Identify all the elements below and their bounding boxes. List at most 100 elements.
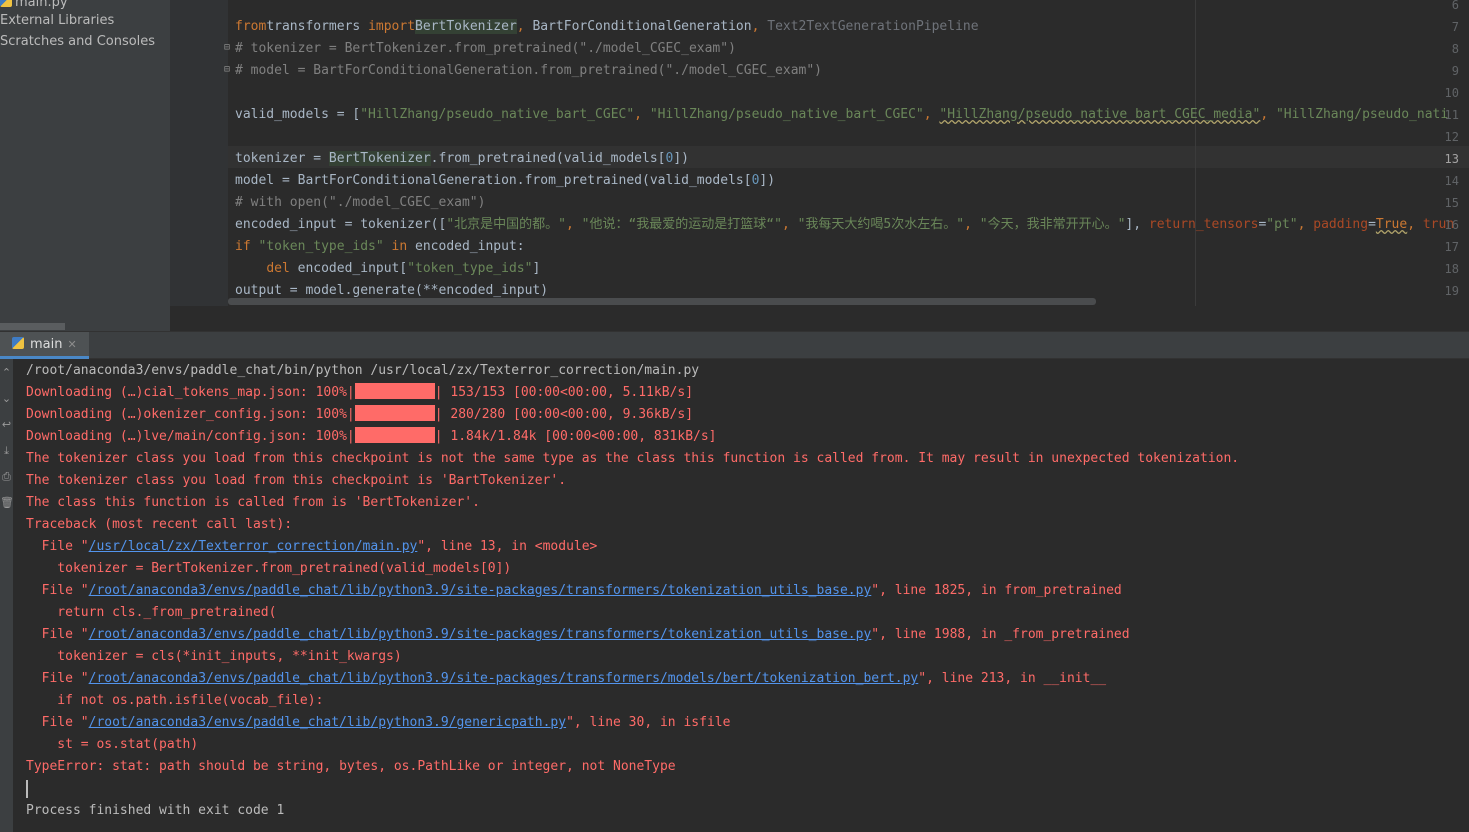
print-icon[interactable]: ⎙ xyxy=(0,467,13,487)
scroll-up-icon[interactable]: ⌃ xyxy=(0,363,13,383)
code-token: in xyxy=(383,239,416,254)
fold-icon[interactable]: ⊟ xyxy=(224,64,234,76)
run-console-output[interactable]: /root/anaconda3/envs/paddle_chat/bin/pyt… xyxy=(13,359,1469,832)
code-line[interactable]: if "token_type_ids" in encoded_input: xyxy=(235,236,525,258)
console-text: tokenizer = BertTokenizer.from_pretraine… xyxy=(26,561,512,576)
console-text: ", line 213, in __init__ xyxy=(918,671,1107,686)
code-token: encoded_input = tokenizer([ xyxy=(235,217,447,232)
console-text: Process finished with exit code 1 xyxy=(26,803,285,818)
tree-item-scratches[interactable]: Scratches and Consoles xyxy=(0,32,155,52)
code-token: "pt" xyxy=(1266,217,1298,232)
console-text: st = os.stat(path) xyxy=(26,737,199,752)
code-line[interactable]: # with open("./model_CGEC_exam") xyxy=(235,192,485,214)
console-text: | 153/153 [00:00<00:00, 5.11kB/s] xyxy=(434,385,694,400)
line-number: 12 xyxy=(1444,130,1459,144)
file-link[interactable]: /root/anaconda3/envs/paddle_chat/lib/pyt… xyxy=(89,627,872,642)
code-token: , xyxy=(964,217,980,232)
file-link[interactable]: /root/anaconda3/envs/paddle_chat/lib/pyt… xyxy=(89,583,872,598)
console-text: The tokenizer class you load from this c… xyxy=(26,451,1240,466)
sidebar-horizontal-scrollbar[interactable] xyxy=(0,322,170,331)
trash-icon[interactable]: 🗑 xyxy=(0,493,14,513)
code-token: transformers xyxy=(266,19,369,34)
code-editor[interactable]: fromtransformers importBertTokenizer, Ba… xyxy=(170,0,1469,331)
code-line[interactable]: valid_models = ["HillZhang/pseudo_native… xyxy=(235,104,1448,126)
code-line[interactable]: tokenizer = BertTokenizer.from_pretraine… xyxy=(235,148,689,170)
code-token: output = model.generate(**encoded_input) xyxy=(235,283,549,298)
console-text: File " xyxy=(26,539,89,554)
project-tree-panel: main.py External Libraries Scratches and… xyxy=(0,0,170,322)
code-token: , xyxy=(634,107,650,122)
console-line: Traceback (most recent call last): xyxy=(26,514,292,536)
console-text: File " xyxy=(26,583,89,598)
fold-icon[interactable]: ⊟ xyxy=(224,42,234,54)
code-token: return_tensors xyxy=(1148,217,1259,232)
scroll-to-end-icon[interactable]: ⤓ xyxy=(0,441,13,461)
file-link[interactable]: /root/anaconda3/envs/paddle_chat/lib/pyt… xyxy=(89,715,566,730)
code-token: ]) xyxy=(673,151,689,166)
console-line: File "/usr/local/zx/Texterror_correction… xyxy=(26,536,598,558)
file-link[interactable]: /usr/local/zx/Texterror_correction/main.… xyxy=(89,539,418,554)
code-line[interactable]: # tokenizer = BertTokenizer.from_pretrai… xyxy=(235,38,736,60)
code-line[interactable]: fromtransformers importBertTokenizer, Ba… xyxy=(235,16,979,38)
editor-horizontal-scrollbar[interactable] xyxy=(228,298,1096,305)
line-number: 15 xyxy=(1444,196,1459,210)
code-token: , xyxy=(1260,107,1276,122)
line-number: 11 xyxy=(1444,108,1459,122)
line-number-gutter xyxy=(170,0,228,331)
code-token: , xyxy=(751,19,768,34)
console-text: Traceback (most recent call last): xyxy=(26,517,293,532)
run-side-toolbar: ⌃ ⌄ ↩ ⤓ ⎙ 🗑 xyxy=(0,359,14,832)
code-token: encoded_input: xyxy=(415,239,525,254)
code-line[interactable]: # model = BartForConditionalGeneration.f… xyxy=(235,60,822,82)
tab-run-main[interactable]: main ✕ xyxy=(0,332,89,359)
code-token: = xyxy=(1368,217,1376,232)
code-token: # model = BartForConditionalGeneration.f… xyxy=(235,63,822,78)
console-line: File "/root/anaconda3/envs/paddle_chat/l… xyxy=(26,624,1130,646)
close-icon[interactable]: ✕ xyxy=(67,338,76,351)
code-line[interactable]: model = BartForConditionalGeneration.fro… xyxy=(235,170,775,192)
right-margin-guide xyxy=(1195,0,1196,331)
scroll-down-icon[interactable]: ⌄ xyxy=(0,389,13,409)
code-token: , xyxy=(516,19,533,34)
code-token: tokenizer = xyxy=(235,151,329,166)
code-token: ]) xyxy=(759,173,776,188)
console-line: The class this function is called from i… xyxy=(26,492,480,514)
line-number: 8 xyxy=(1451,42,1459,56)
run-tab-label: main xyxy=(30,337,63,352)
code-token: "他说：“我最爱的运动是打篮球“" xyxy=(581,217,782,232)
tree-item-external-libraries[interactable]: External Libraries xyxy=(0,11,114,31)
code-token: Text2TextGenerationPipeline xyxy=(767,19,979,34)
console-line: The tokenizer class you load from this c… xyxy=(26,448,1239,470)
console-line: tokenizer = BertTokenizer.from_pretraine… xyxy=(26,558,511,580)
console-text: File " xyxy=(26,715,89,730)
code-token: "HillZhang/pseudo_native_bart_CGEC" xyxy=(360,107,635,122)
console-text: | 1.84k/1.84k [00:00<00:00, 831kB/s] xyxy=(434,429,717,444)
code-token: ], xyxy=(1125,217,1149,232)
tree-item-label: main.py xyxy=(15,0,68,10)
code-token: , xyxy=(923,107,940,122)
code-token: True xyxy=(1375,217,1408,232)
console-text: Downloading (…)okenizer_config.json: 100… xyxy=(26,407,355,422)
code-token: .from_pretrained(valid_models[ xyxy=(430,151,666,166)
code-line[interactable]: del encoded_input["token_type_ids"] xyxy=(235,258,540,280)
console-text: ", line 1825, in from_pretrained xyxy=(871,583,1122,598)
soft-wrap-icon[interactable]: ↩ xyxy=(0,415,13,435)
code-token: ] xyxy=(532,261,541,276)
scrollbar-thumb[interactable] xyxy=(0,323,65,330)
line-number: 9 xyxy=(1451,64,1459,78)
console-text: tokenizer = cls(*init_inputs, **init_kwa… xyxy=(26,649,402,664)
progress-bar xyxy=(354,427,435,443)
editor-bottom-strip xyxy=(170,306,1469,331)
code-line[interactable]: encoded_input = tokenizer(["北京是中国的都。", "… xyxy=(235,214,1454,236)
code-token: "今天，我非常开开心。" xyxy=(979,217,1126,232)
code-token: if xyxy=(235,239,259,254)
file-link[interactable]: /root/anaconda3/envs/paddle_chat/lib/pyt… xyxy=(89,671,919,686)
code-token: "token_type_ids" xyxy=(407,261,533,276)
line-number: 13 xyxy=(1444,152,1459,166)
code-token: valid_models = [ xyxy=(235,107,361,122)
console-text: /root/anaconda3/envs/paddle_chat/bin/pyt… xyxy=(26,363,700,378)
console-text: TypeError: stat: path should be string, … xyxy=(26,759,676,774)
tree-item-label: External Libraries xyxy=(0,13,115,28)
code-token: "北京是中国的都。" xyxy=(446,217,566,232)
